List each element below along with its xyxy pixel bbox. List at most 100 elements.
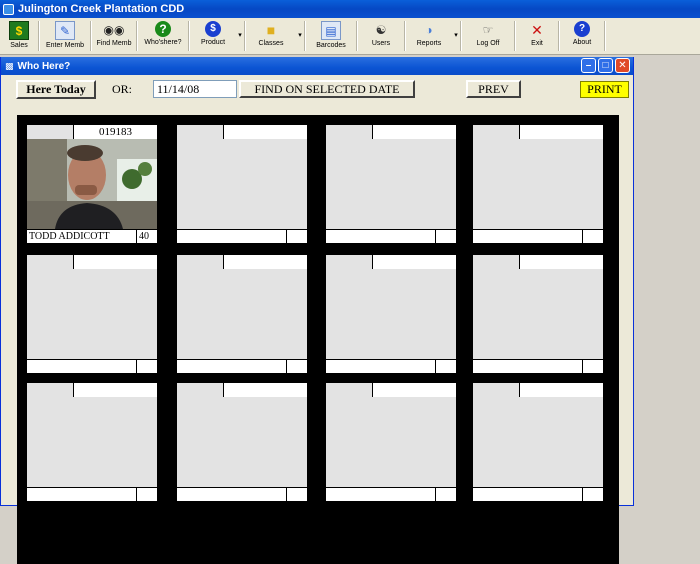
exit-button[interactable]: ✕ Exit	[516, 19, 558, 53]
member-number-field	[582, 359, 603, 373]
window-controls: – □ ✕	[581, 58, 630, 73]
here-today-button[interactable]: Here Today	[16, 80, 96, 99]
who-here-window: ▩ Who Here? – □ ✕ Here Today OR: 11/14/0…	[0, 57, 635, 564]
member-name-field	[177, 229, 286, 243]
date-input[interactable]: 11/14/08	[153, 80, 237, 98]
member-photo	[27, 139, 157, 229]
binoculars-icon: ◉◉	[103, 22, 125, 37]
enter-member-icon: ✎	[55, 21, 75, 40]
reports-button[interactable]: ◑ Reports	[406, 19, 452, 53]
member-number-field	[435, 229, 456, 243]
who-here-titlebar[interactable]: ▩ Who Here? – □ ✕	[1, 57, 633, 75]
prev-button[interactable]: PREV	[466, 80, 521, 98]
member-number-field	[435, 359, 456, 373]
about-icon: ?	[574, 21, 590, 37]
member-name-field	[27, 487, 136, 501]
app-title: Julington Creek Plantation CDD	[18, 3, 185, 15]
member-id-field	[73, 255, 157, 269]
window-icon: ▩	[5, 60, 14, 71]
member-card[interactable]	[473, 125, 603, 243]
toolbar-separator	[604, 21, 606, 51]
users-icon: ☯	[375, 22, 387, 37]
member-id-field	[372, 255, 456, 269]
member-name-field	[473, 487, 582, 501]
enter-member-button[interactable]: ✎ Enter Memb	[40, 19, 90, 53]
exit-icon: ✕	[531, 21, 543, 38]
member-name-field: TODD ADDICOTT	[27, 229, 136, 243]
member-card[interactable]	[473, 255, 603, 373]
classes-dropdown-arrow[interactable]: ▾	[296, 18, 304, 52]
sales-button[interactable]: $ Sales	[0, 19, 38, 53]
log-off-icon: ☞	[482, 22, 494, 37]
reports-icon: ◑	[425, 22, 433, 37]
or-label: OR:	[112, 82, 133, 96]
member-card[interactable]	[27, 383, 157, 501]
member-card[interactable]: 019183 TODD ADDICOTT 40	[27, 125, 157, 243]
member-number-field	[582, 229, 603, 243]
product-button[interactable]: $ Product	[190, 19, 236, 53]
users-button[interactable]: ☯ Users	[358, 19, 404, 53]
sales-icon: $	[9, 21, 29, 40]
member-number-field: 40	[136, 229, 157, 243]
member-id-field	[372, 383, 456, 397]
member-name-field	[473, 229, 582, 243]
who-here-title: Who Here?	[17, 60, 71, 72]
member-id-field	[519, 255, 603, 269]
member-id-field	[223, 255, 307, 269]
member-id-field	[223, 383, 307, 397]
barcode-icon: ▤	[321, 21, 341, 40]
member-number-field	[136, 359, 157, 373]
member-number-field	[136, 487, 157, 501]
member-card[interactable]	[27, 255, 157, 373]
barcodes-button[interactable]: ▤ Barcodes	[306, 19, 356, 53]
product-dropdown-arrow[interactable]: ▾	[236, 18, 244, 52]
member-id-field	[372, 125, 456, 139]
member-name-field	[326, 487, 435, 501]
member-card[interactable]	[326, 125, 456, 243]
who-here-controls: Here Today OR: 11/14/08 FIND ON SELECTED…	[1, 78, 635, 102]
member-id-field	[519, 125, 603, 139]
member-name-field	[326, 359, 435, 373]
member-number-field	[286, 229, 307, 243]
member-number-field	[286, 359, 307, 373]
find-member-button[interactable]: ◉◉ Find Memb	[92, 19, 136, 53]
product-icon: $	[205, 21, 221, 37]
member-card[interactable]	[326, 383, 456, 501]
maximize-button[interactable]: □	[598, 58, 613, 73]
member-name-field	[177, 487, 286, 501]
member-id-field	[223, 125, 307, 139]
member-name-field	[27, 359, 136, 373]
main-toolbar: $ Sales ✎ Enter Memb ◉◉ Find Memb ? Who'…	[0, 18, 700, 55]
member-number-field	[435, 487, 456, 501]
member-id-field	[519, 383, 603, 397]
whos-here-button[interactable]: ? Who'shere?	[138, 19, 188, 53]
folder-icon: ■	[266, 21, 276, 38]
member-card[interactable]	[177, 255, 307, 373]
print-button[interactable]: PRINT	[580, 81, 629, 98]
member-card[interactable]	[326, 255, 456, 373]
find-on-selected-date-button[interactable]: FIND ON SELECTED DATE	[239, 80, 415, 98]
minimize-button[interactable]: –	[581, 58, 596, 73]
app-icon	[3, 3, 14, 15]
member-grid: 019183 TODD ADDICOTT 40	[17, 115, 619, 564]
about-button[interactable]: ? About	[560, 19, 604, 53]
member-number-field	[582, 487, 603, 501]
app-titlebar: Julington Creek Plantation CDD	[0, 0, 700, 18]
member-photo-image	[27, 139, 157, 229]
minimize-icon: –	[585, 59, 592, 71]
member-id-field	[73, 383, 157, 397]
classes-button[interactable]: ■ Classes	[246, 19, 296, 53]
member-card[interactable]	[177, 383, 307, 501]
close-button[interactable]: ✕	[615, 58, 630, 73]
member-card[interactable]	[177, 125, 307, 243]
log-off-button[interactable]: ☞ Log Off	[462, 19, 514, 53]
maximize-icon: □	[602, 59, 609, 71]
member-card[interactable]	[473, 383, 603, 501]
member-number-field	[286, 487, 307, 501]
member-name-field	[473, 359, 582, 373]
close-icon: ✕	[618, 59, 627, 71]
reports-dropdown-arrow[interactable]: ▾	[452, 18, 460, 52]
member-name-field	[177, 359, 286, 373]
member-name-field	[326, 229, 435, 243]
question-icon: ?	[155, 21, 171, 37]
